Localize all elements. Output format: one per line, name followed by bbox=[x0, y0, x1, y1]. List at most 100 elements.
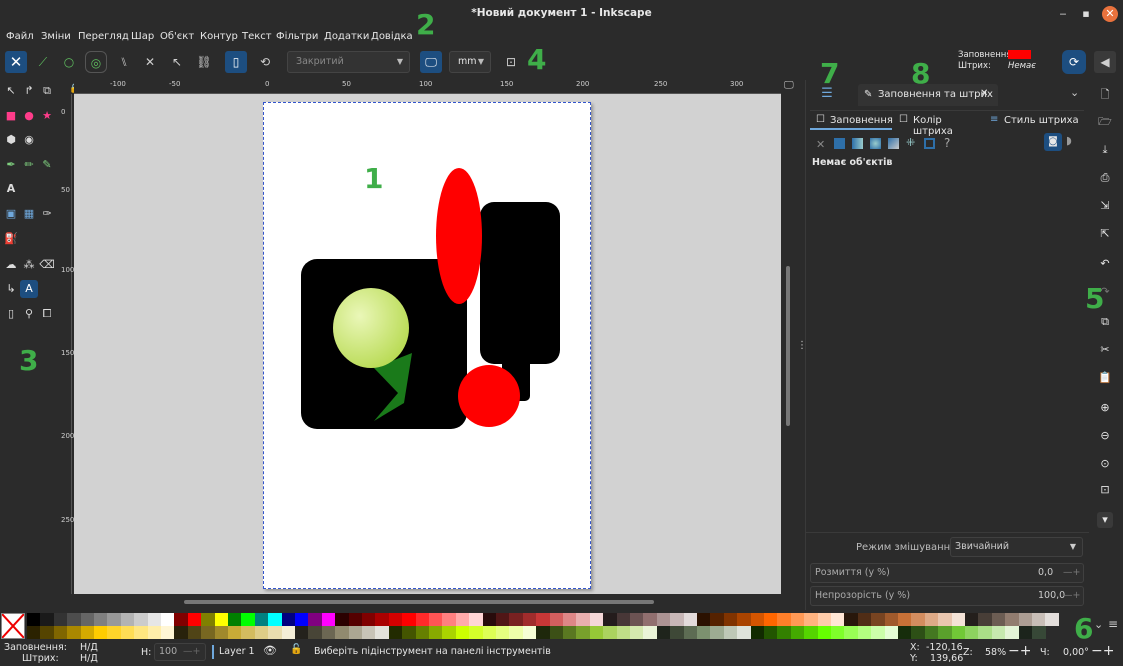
close-tab-icon[interactable]: ✕ bbox=[980, 88, 988, 99]
zoom-stepper-icon[interactable]: −+ bbox=[1008, 643, 1031, 659]
zoom-value[interactable]: 58% bbox=[985, 647, 1006, 658]
color-swatch[interactable] bbox=[750, 626, 765, 639]
color-swatch[interactable] bbox=[161, 613, 175, 626]
color-swatch[interactable] bbox=[750, 613, 765, 626]
color-swatch[interactable] bbox=[630, 613, 644, 626]
color-swatch[interactable] bbox=[643, 613, 658, 626]
rotation-value[interactable]: 0,00° bbox=[1063, 647, 1089, 658]
color-swatch[interactable] bbox=[67, 613, 82, 626]
color-swatch[interactable] bbox=[254, 626, 269, 639]
color-swatch[interactable] bbox=[710, 626, 725, 639]
color-swatch[interactable] bbox=[241, 613, 256, 626]
color-swatch[interactable] bbox=[40, 613, 55, 626]
cut-icon[interactable]: ✂ bbox=[1097, 342, 1113, 358]
color-swatch[interactable] bbox=[817, 626, 832, 639]
calligraphy-tool-icon[interactable]: ✎ bbox=[38, 156, 56, 174]
color-swatch[interactable] bbox=[831, 626, 845, 639]
box3d-tool-icon[interactable]: ⬢ bbox=[2, 131, 20, 149]
vertical-scrollbar[interactable] bbox=[784, 94, 792, 594]
fill-rule-evenodd-icon[interactable]: ◗ bbox=[1066, 134, 1072, 147]
fill-color-swatch[interactable] bbox=[1008, 50, 1031, 59]
no-color-swatch[interactable] bbox=[1, 613, 25, 639]
menu-extensions[interactable]: Додатки bbox=[324, 31, 369, 42]
color-swatch[interactable] bbox=[1005, 626, 1020, 639]
text-tool-icon[interactable]: A bbox=[2, 180, 20, 198]
rect-tool-icon[interactable]: ■ bbox=[2, 107, 20, 125]
pattern-icon[interactable]: ⁜ bbox=[906, 136, 915, 149]
color-swatch[interactable] bbox=[777, 626, 792, 639]
color-swatch[interactable] bbox=[348, 626, 363, 639]
color-swatch[interactable] bbox=[509, 613, 524, 626]
color-swatch[interactable] bbox=[616, 626, 631, 639]
linear-gradient-icon[interactable] bbox=[852, 138, 863, 149]
color-swatch[interactable] bbox=[1005, 613, 1020, 626]
zoom-page-icon[interactable]: ⊙ bbox=[1097, 456, 1113, 472]
selector-tool-icon[interactable]: ↖ bbox=[2, 82, 20, 100]
no-paint-icon[interactable]: ✕ bbox=[816, 138, 825, 151]
color-swatch[interactable] bbox=[40, 626, 55, 639]
color-swatch[interactable] bbox=[991, 626, 1006, 639]
chevron-down-icon[interactable]: ⌄ bbox=[1070, 86, 1079, 99]
color-swatch[interactable] bbox=[80, 626, 95, 639]
rectangle-select-icon[interactable]: ▯ bbox=[225, 51, 247, 73]
subtab-stroke-style[interactable]: ≡ Стиль штриха bbox=[990, 112, 1084, 130]
pencil-tool-icon[interactable]: ✏ bbox=[20, 156, 38, 174]
color-swatch[interactable] bbox=[80, 613, 95, 626]
color-swatch[interactable] bbox=[53, 626, 68, 639]
tweak-tool-icon[interactable]: ⧉ bbox=[38, 82, 56, 100]
color-swatch[interactable] bbox=[174, 626, 189, 639]
color-swatch[interactable] bbox=[482, 613, 497, 626]
lock-icon[interactable]: 🔓 bbox=[290, 644, 302, 655]
red-circle[interactable] bbox=[458, 365, 520, 427]
color-swatch[interactable] bbox=[589, 626, 604, 639]
close-path-icon[interactable]: ✕ bbox=[5, 51, 27, 73]
color-swatch[interactable] bbox=[187, 626, 202, 639]
color-swatch[interactable] bbox=[991, 613, 1006, 626]
star-tool-icon[interactable]: ★ bbox=[38, 107, 56, 125]
node-edit-tool-icon[interactable]: ↱ bbox=[20, 82, 38, 100]
color-swatch[interactable] bbox=[536, 626, 551, 639]
scroll-thumb[interactable] bbox=[184, 600, 654, 604]
color-swatch[interactable] bbox=[951, 626, 966, 639]
color-swatch[interactable] bbox=[120, 626, 135, 639]
color-swatch[interactable] bbox=[295, 613, 309, 626]
zoom-selection-icon[interactable]: ⊕ bbox=[1097, 400, 1113, 416]
color-swatch[interactable] bbox=[965, 613, 979, 626]
color-swatch[interactable] bbox=[884, 626, 899, 639]
chevron-left-icon[interactable]: ◀ bbox=[1094, 51, 1116, 73]
line-mode-icon[interactable]: ⟋ bbox=[32, 51, 54, 73]
new-document-icon[interactable]: 🗋 bbox=[1097, 87, 1113, 103]
color-swatch[interactable] bbox=[871, 626, 886, 639]
color-swatch[interactable] bbox=[442, 626, 457, 639]
display-mode-icon[interactable]: 🖵 bbox=[784, 80, 794, 91]
color-swatch[interactable] bbox=[254, 613, 269, 626]
undo-icon[interactable]: ↶ bbox=[1097, 256, 1113, 272]
color-swatch[interactable] bbox=[603, 626, 618, 639]
measure-tool-icon[interactable]: ⧠ bbox=[38, 305, 56, 323]
connector-tool-icon[interactable]: ↳ bbox=[2, 280, 20, 298]
color-swatch[interactable] bbox=[496, 626, 510, 639]
color-swatch[interactable] bbox=[831, 613, 845, 626]
color-swatch[interactable] bbox=[643, 626, 658, 639]
color-swatch[interactable] bbox=[67, 626, 82, 639]
color-swatch[interactable] bbox=[857, 613, 872, 626]
menu-help[interactable]: Довідка bbox=[371, 31, 413, 42]
color-swatch[interactable] bbox=[295, 626, 309, 639]
radial-gradient-icon[interactable] bbox=[870, 138, 881, 149]
color-swatch[interactable] bbox=[321, 626, 336, 639]
color-swatch[interactable] bbox=[737, 626, 752, 639]
color-swatch[interactable] bbox=[911, 626, 926, 639]
color-swatch[interactable] bbox=[214, 626, 229, 639]
color-swatch[interactable] bbox=[844, 626, 859, 639]
color-swatch[interactable] bbox=[1032, 613, 1046, 626]
unit-combo[interactable]: mm ▼ bbox=[449, 51, 491, 73]
color-swatch[interactable] bbox=[161, 626, 175, 639]
color-swatch[interactable] bbox=[670, 626, 685, 639]
spiro-mode-icon[interactable]: ◎ bbox=[85, 51, 107, 73]
color-swatch[interactable] bbox=[898, 613, 912, 626]
blur-value[interactable]: 0,0 bbox=[1038, 564, 1053, 582]
color-swatch[interactable] bbox=[402, 613, 417, 626]
color-swatch[interactable] bbox=[375, 626, 390, 639]
color-swatch[interactable] bbox=[710, 613, 725, 626]
chevron-down-icon[interactable]: ⌄ bbox=[1094, 618, 1103, 631]
